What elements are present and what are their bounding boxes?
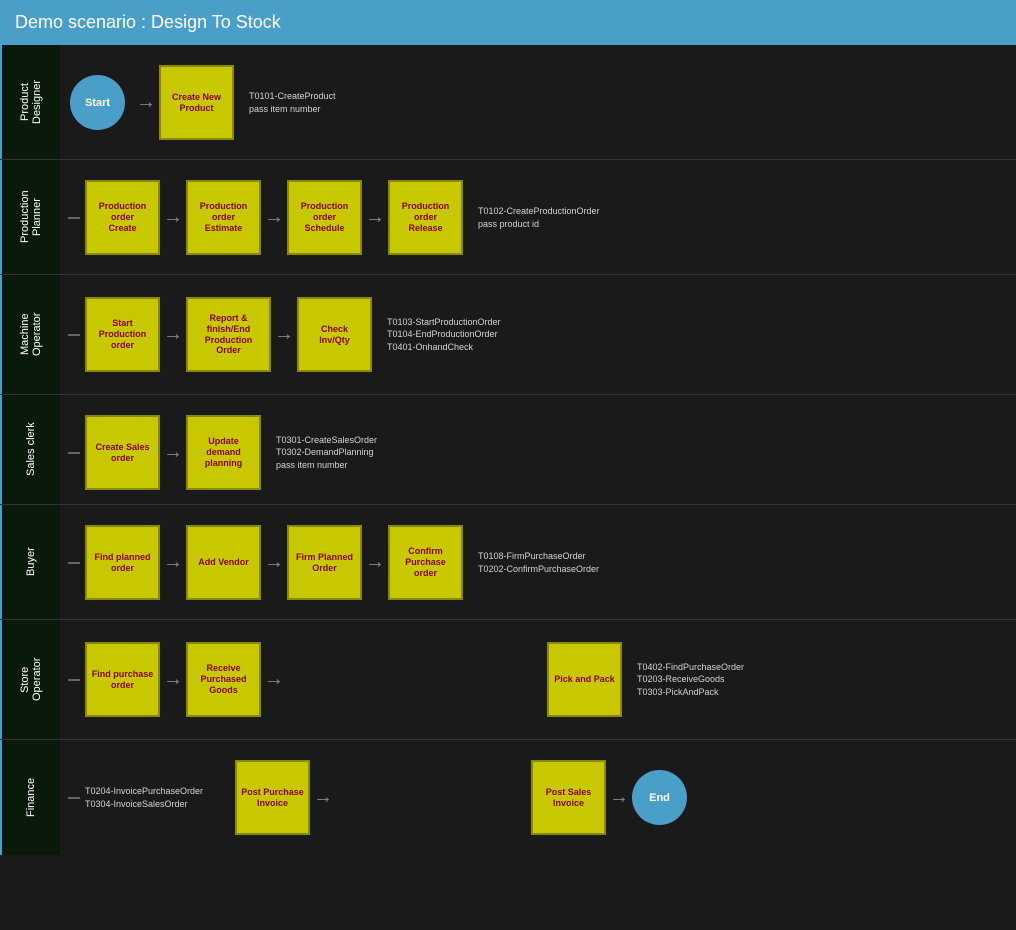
annotation-t0102: T0102-CreateProductionOrderpass product … — [478, 205, 600, 230]
arrow-6a: → — [160, 668, 186, 691]
diagram-container: ProductDesigner Start → Create NewProduc… — [0, 45, 1016, 930]
lane-label-finance: Finance — [0, 740, 60, 855]
arrow-7a: → — [310, 786, 336, 809]
lane-content-sales-clerk: Create Salesorder → Updatedemandplanning… — [60, 395, 1016, 510]
node-add-vendor: Add Vendor — [186, 525, 261, 600]
annotation-t0301: T0301-CreateSalesOrderT0302-DemandPlanni… — [276, 434, 377, 472]
node-start: Start — [70, 75, 125, 130]
lane-store-operator: StoreOperator Find purchaseorder → Recei… — [0, 620, 1016, 740]
lane-content-production-planner: ProductionorderCreate → ProductionorderE… — [60, 160, 1016, 275]
app-title: Demo scenario : Design To Stock — [15, 12, 281, 33]
lane-label-production-planner: ProductionPlanner — [0, 160, 60, 274]
annotation-t0402: T0402-FindPurchaseOrderT0203-ReceiveGood… — [637, 661, 744, 699]
arrow-2c: → — [362, 206, 388, 229]
lane-label-product-designer: ProductDesigner — [0, 45, 60, 159]
arrow-4a: → — [160, 441, 186, 464]
annotation-t0103: T0103-StartProductionOrderT0104-EndProdu… — [387, 316, 501, 354]
node-firm-planned-order: Firm PlannedOrder — [287, 525, 362, 600]
node-check-inv-qty: CheckInv/Qty — [297, 297, 372, 372]
arrow-6b: → — [261, 668, 287, 691]
node-create-new-product: Create NewProduct — [159, 65, 234, 140]
node-production-order-release: ProductionorderRelease — [388, 180, 463, 255]
node-post-sales-invoice: Post SalesInvoice — [531, 760, 606, 835]
node-pick-and-pack: Pick and Pack — [547, 642, 622, 717]
arrow-3b: → — [271, 323, 297, 346]
node-production-order-create: ProductionorderCreate — [85, 180, 160, 255]
node-report-finish-end: Report &finish/EndProductionOrder — [186, 297, 271, 372]
annotation-t0101: T0101-CreateProductpass item number — [249, 90, 336, 115]
lane-content-buyer: Find plannedorder → Add Vendor → Firm Pl… — [60, 505, 1016, 620]
node-production-order-schedule: ProductionorderSchedule — [287, 180, 362, 255]
node-create-sales-order: Create Salesorder — [85, 415, 160, 490]
diagram-area: ProductDesigner Start → Create NewProduc… — [0, 45, 1016, 930]
node-find-planned-order: Find plannedorder — [85, 525, 160, 600]
arrow-5b: → — [261, 551, 287, 574]
lane-machine-operator: MachineOperator StartProductionorder → R… — [0, 275, 1016, 395]
arrow-5a: → — [160, 551, 186, 574]
lane-production-planner: ProductionPlanner ProductionorderCreate … — [0, 160, 1016, 275]
arrow-5c: → — [362, 551, 388, 574]
arrow-7b: → — [606, 786, 632, 809]
arrow-2b: → — [261, 206, 287, 229]
arrow-3a: → — [160, 323, 186, 346]
node-find-purchase-order: Find purchaseorder — [85, 642, 160, 717]
node-confirm-purchase-order: ConfirmPurchaseorder — [388, 525, 463, 600]
lane-product-designer: ProductDesigner Start → Create NewProduc… — [0, 45, 1016, 160]
node-receive-purchased-goods: ReceivePurchasedGoods — [186, 642, 261, 717]
node-update-demand-planning: Updatedemandplanning — [186, 415, 261, 490]
annotation-t0108: T0108-FirmPurchaseOrderT0202-ConfirmPurc… — [478, 550, 599, 575]
arrow-2a: → — [160, 206, 186, 229]
lane-label-store-operator: StoreOperator — [0, 620, 60, 739]
lane-content-finance: T0204-InvoicePurchaseOrderT0304-InvoiceS… — [60, 740, 1016, 855]
lane-content-machine-operator: StartProductionorder → Report &finish/En… — [60, 275, 1016, 394]
annotation-t0204: T0204-InvoicePurchaseOrderT0304-InvoiceS… — [85, 785, 225, 810]
node-start-production-order: StartProductionorder — [85, 297, 160, 372]
lane-content-product-designer: Start → Create NewProduct T0101-CreatePr… — [60, 45, 1016, 160]
lane-label-buyer: Buyer — [0, 505, 60, 619]
node-end: End — [632, 770, 687, 825]
node-post-purchase-invoice: Post PurchaseInvoice — [235, 760, 310, 835]
lane-label-machine-operator: MachineOperator — [0, 275, 60, 394]
lane-label-sales-clerk: Sales clerk — [0, 395, 60, 504]
lane-buyer: Buyer Find plannedorder → Add Vendor → F… — [0, 505, 1016, 620]
lane-sales-clerk: Sales clerk Create Salesorder → Updatede… — [0, 395, 1016, 505]
arrow-1: → — [133, 91, 159, 114]
lane-content-store-operator: Find purchaseorder → ReceivePurchasedGoo… — [60, 620, 1016, 739]
title-bar: Demo scenario : Design To Stock — [0, 0, 1016, 45]
lane-finance: Finance T0204-InvoicePurchaseOrderT0304-… — [0, 740, 1016, 855]
node-production-order-estimate: ProductionorderEstimate — [186, 180, 261, 255]
